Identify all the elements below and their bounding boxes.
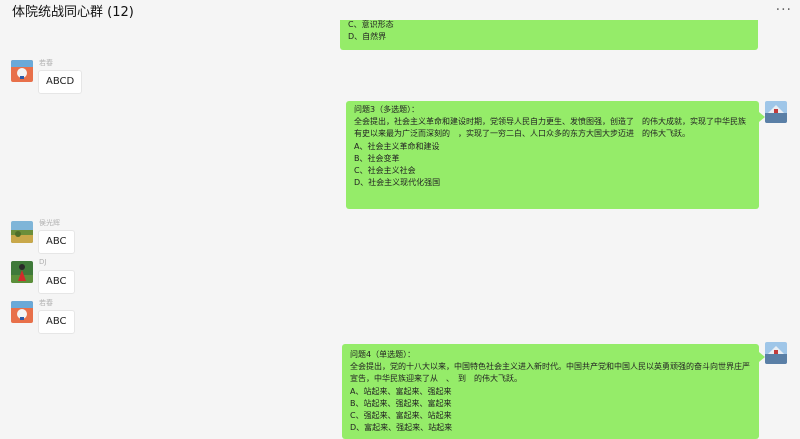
avatar[interactable] — [11, 60, 33, 82]
message-bubble[interactable]: ABC — [38, 230, 75, 254]
chat-message-list[interactable]: C、意识形态 D、自然界 若春 ABCD 问题3（多选题）： 全会提出，社会主义… — [0, 14, 800, 439]
avatar-self[interactable] — [765, 342, 787, 364]
question-title: 问题4（单选题）： — [350, 350, 416, 359]
question-text: 全会提出，社会主义革命和建设时期，党领导人民自力更生、发愤图强，创造了 的伟大成… — [354, 117, 746, 139]
message-bubble[interactable]: ABC — [38, 310, 75, 334]
avatar[interactable] — [11, 221, 33, 243]
message-bubble-self[interactable]: 问题3（多选题）： 全会提出，社会主义革命和建设时期，党领导人民自力更生、发愤图… — [346, 101, 759, 209]
question-text: 全会提出，党的十八大以来，中国特色社会主义进入新时代。中国共产党和中国人民以英勇… — [350, 362, 750, 384]
option-c: C、强起来、富起来、站起来 — [350, 411, 452, 421]
avatar-self[interactable] — [765, 101, 787, 123]
sender-name: 若春 — [39, 59, 53, 67]
sender-name: 侯光辉 — [39, 219, 60, 227]
option-d: D、社会主义现代化强国 — [354, 178, 441, 188]
message-bubble-self[interactable]: 问题4（单选题）： 全会提出，党的十八大以来，中国特色社会主义进入新时代。中国共… — [342, 344, 759, 439]
sender-name: DJ — [39, 258, 47, 266]
option-d: D、自然界 — [348, 32, 387, 42]
sender-name: 若春 — [39, 299, 53, 307]
option-c: C、意识形态 — [348, 20, 394, 29]
option-a: A、站起来、富起来、强起来 — [350, 386, 452, 396]
option-c: C、社会主义社会 — [354, 166, 416, 176]
more-options-icon[interactable]: ... — [776, 0, 792, 14]
option-b: B、社会变革 — [354, 153, 400, 163]
question-title: 问题3（多选题）： — [354, 105, 420, 114]
message-bubble[interactable]: ABCD — [38, 70, 83, 94]
avatar[interactable] — [11, 301, 33, 323]
option-d: D、富起来、强起来、站起来 — [350, 423, 453, 433]
message-bubble[interactable]: ABC — [38, 270, 75, 294]
option-b: B、站起来、强起来、富起来 — [350, 398, 452, 408]
option-a: A、社会主义革命和建设 — [354, 141, 440, 151]
chat-title: 体院统战同心群 (12) — [12, 5, 134, 20]
avatar[interactable] — [11, 261, 33, 283]
chat-header: 体院统战同心群 (12) ... — [0, 0, 800, 20]
